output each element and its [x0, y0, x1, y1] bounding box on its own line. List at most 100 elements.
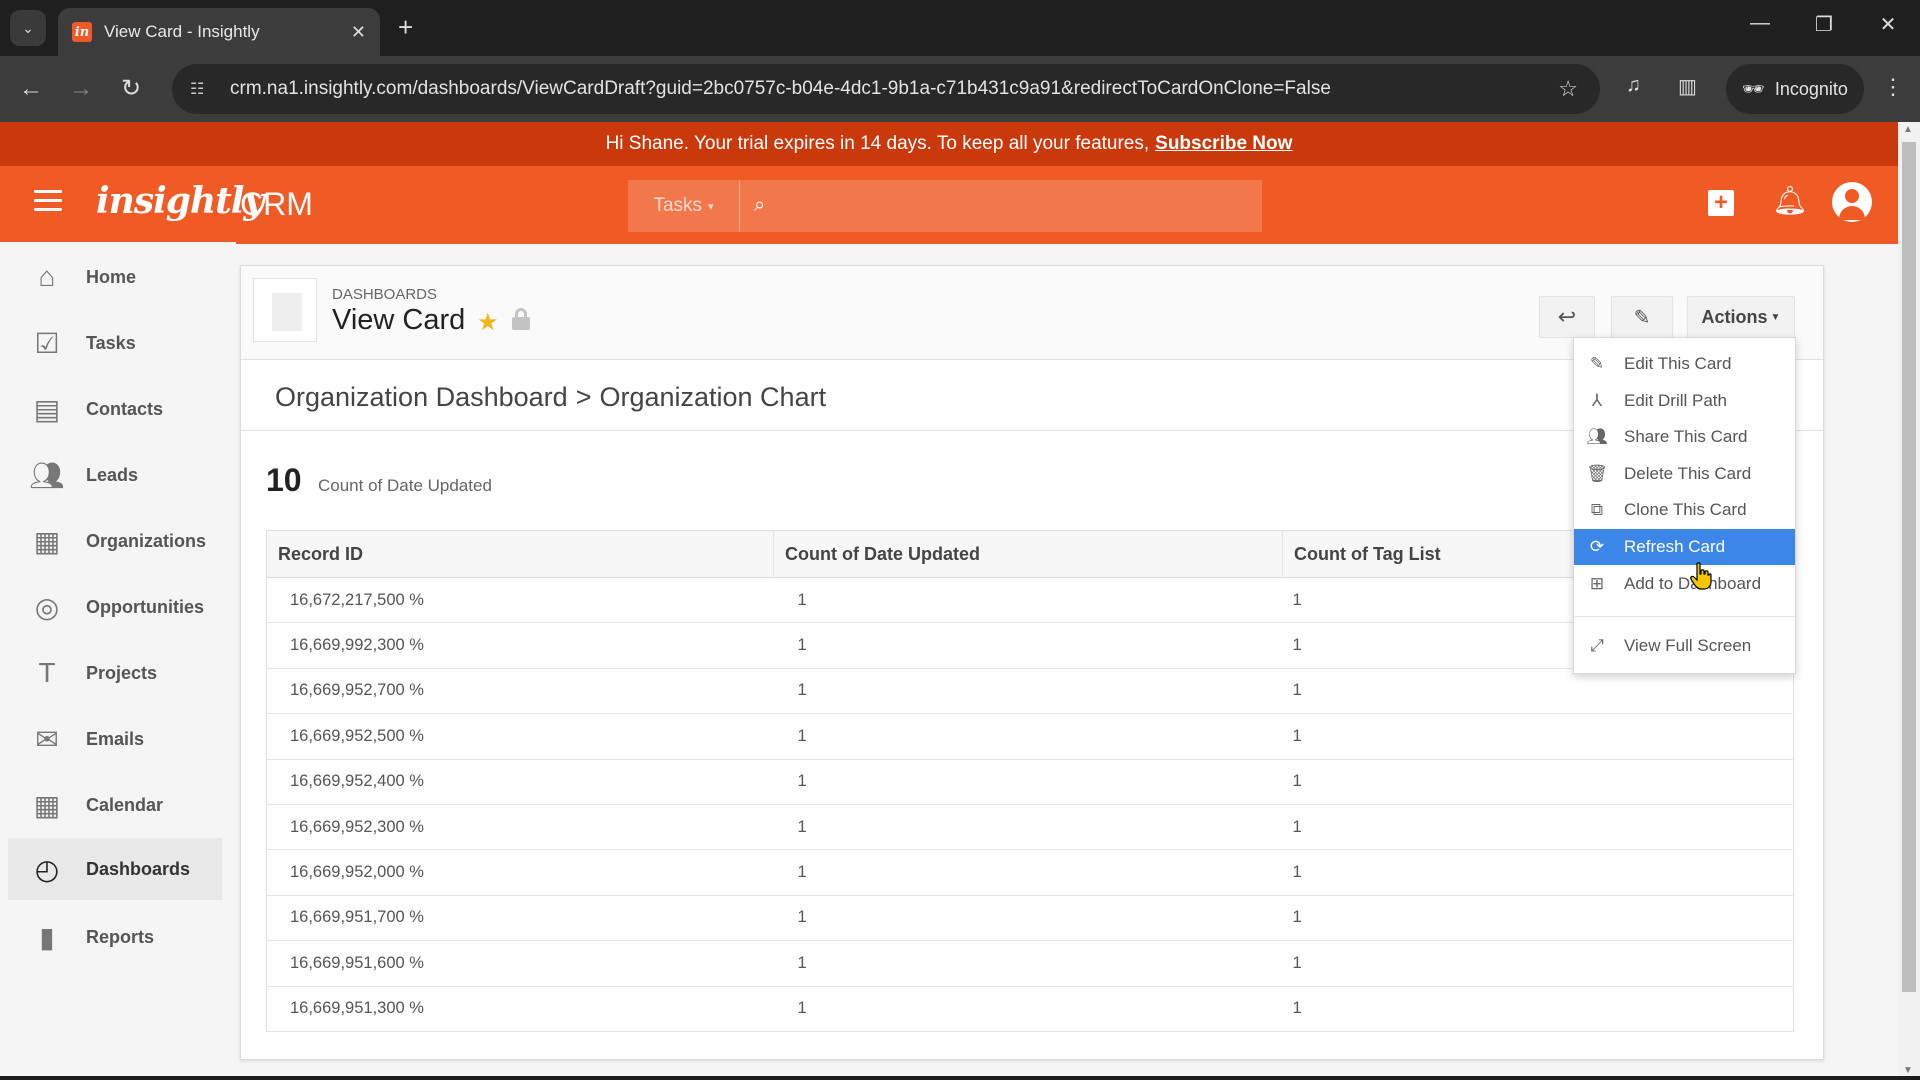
menu-item-edit-this-card[interactable]: ✎ Edit This Card — [1574, 346, 1795, 382]
menu-item-add-to-dashboard[interactable]: ⊞ Add to Dashboard — [1574, 566, 1795, 602]
close-icon[interactable]: ✕ — [351, 22, 366, 43]
notifications-bell-icon[interactable]: 🔔︎ — [1772, 184, 1808, 217]
cell-record-id[interactable]: 16,669,952,500 % — [266, 713, 774, 760]
section-label: DASHBOARDS — [332, 286, 438, 303]
column-header-count-date-updated[interactable]: Count of Date Updated — [773, 530, 1283, 578]
cell-record-id[interactable]: 16,669,952,700 % — [266, 668, 774, 715]
menu-item-view-full-screen[interactable]: ⤢ View Full Screen — [1574, 628, 1795, 664]
menu-item-refresh-card[interactable]: ⟳ Refresh Card — [1574, 529, 1795, 565]
sidebar-item-projects[interactable]: T Projects — [8, 642, 222, 704]
clone-icon: ⧉ — [1590, 500, 1604, 519]
page-scrollbar[interactable]: ▲ ▼ — [1898, 122, 1920, 1080]
table-row[interactable]: 16,669,952,500 % 1 1 — [266, 713, 1794, 760]
breadcrumb-dashboard[interactable]: Organization Dashboard — [275, 382, 568, 412]
metric-value: 10 — [266, 462, 302, 498]
url-text[interactable]: crm.na1.insightly.com/dashboards/ViewCar… — [230, 78, 1331, 100]
star-outline-icon[interactable]: ☆ — [1558, 76, 1578, 102]
add-square-icon: ⊞ — [1589, 574, 1605, 593]
search-input[interactable] — [779, 180, 1262, 232]
quick-add-button[interactable]: + — [1708, 190, 1734, 216]
cell-record-id[interactable]: 16,669,951,300 % — [266, 986, 774, 1032]
column-header-record-id[interactable]: Record ID — [266, 530, 774, 578]
address-bar[interactable]: ☷ crm.na1.insightly.com/dashboards/ViewC… — [172, 64, 1600, 114]
cell-count-tag-list: 1 — [1282, 849, 1794, 896]
search-scope-dropdown[interactable]: Tasks ▾ — [628, 180, 740, 232]
sidebar-item-home[interactable]: ⌂ Home — [8, 246, 222, 308]
drill-path-icon: ⅄ — [1591, 391, 1603, 410]
reload-button[interactable]: ↻ — [114, 72, 148, 106]
global-search: Tasks ▾ ⌕ — [628, 180, 1262, 232]
side-panel-icon[interactable]: ▥ — [1678, 74, 1697, 99]
trash-icon: 🗑︎ — [1586, 464, 1608, 483]
sidebar-item-label: Organizations — [86, 530, 207, 551]
table-row[interactable]: 16,672,217,500 % 1 1 — [266, 577, 1794, 624]
actions-dropdown-button[interactable]: Actions ▼ — [1687, 296, 1795, 338]
cell-record-id[interactable]: 16,669,992,300 % — [266, 622, 774, 669]
cell-record-id[interactable]: 16,669,951,600 % — [266, 940, 774, 987]
trial-banner: Hi Shane. Your trial expires in 14 days.… — [0, 122, 1898, 166]
sidebar-item-organizations[interactable]: ▦ Organizations — [8, 510, 222, 572]
table-row[interactable]: 16,669,952,700 % 1 1 — [266, 668, 1794, 715]
sidebar-item-contacts[interactable]: ▤ Contacts — [8, 378, 222, 440]
restore-button[interactable]: ❐ — [1804, 12, 1844, 37]
hamburger-menu-icon[interactable] — [34, 190, 62, 212]
table-row[interactable]: 16,669,951,300 % 1 1 — [266, 986, 1794, 1032]
subscribe-now-link[interactable]: Subscribe Now — [1155, 133, 1292, 155]
table-row[interactable]: 16,669,952,300 % 1 1 — [266, 804, 1794, 851]
return-arrow-icon: ↩ — [1557, 304, 1577, 329]
new-tab-button[interactable]: + — [398, 12, 413, 43]
site-info-icon[interactable]: ☷ — [190, 79, 218, 99]
scrollbar-thumb[interactable] — [1902, 142, 1916, 992]
table-row[interactable]: 16,669,951,700 % 1 1 — [266, 895, 1794, 942]
cell-record-id[interactable]: 16,672,217,500 % — [266, 577, 774, 624]
cell-record-id[interactable]: 16,669,952,300 % — [266, 804, 774, 851]
media-control-icon[interactable]: ♫ — [1626, 74, 1641, 97]
user-avatar[interactable] — [1832, 182, 1872, 222]
minimize-button[interactable]: — — [1740, 12, 1780, 35]
bar-chart-icon: ▮ — [39, 921, 55, 953]
table-row[interactable]: 16,669,952,000 % 1 1 — [266, 849, 1794, 896]
cell-record-id[interactable]: 16,669,952,000 % — [266, 849, 774, 896]
menu-item-label: Edit This Card — [1624, 354, 1732, 373]
forward-button[interactable]: → — [64, 72, 98, 106]
incognito-indicator[interactable]: 🕶 Incognito — [1726, 64, 1864, 114]
incognito-icon: 🕶 — [1742, 78, 1765, 99]
table-row[interactable]: 16,669,952,400 % 1 1 — [266, 759, 1794, 805]
sidebar-item-dashboards[interactable]: ◴ Dashboards — [8, 838, 222, 900]
menu-item-share-this-card[interactable]: 👥︎ Share This Card — [1574, 419, 1795, 455]
close-window-button[interactable]: ✕ — [1868, 12, 1908, 37]
pencil-icon: ✎ — [1633, 306, 1651, 329]
cell-count-tag-list: 1 — [1282, 713, 1794, 760]
cell-record-id[interactable]: 16,669,952,400 % — [266, 759, 774, 805]
back-button[interactable]: ← — [14, 72, 48, 106]
sidebar-item-tasks[interactable]: ☑ Tasks — [8, 312, 222, 374]
table-row[interactable]: 16,669,951,600 % 1 1 — [266, 940, 1794, 987]
scroll-down-arrow-icon[interactable]: ▼ — [1903, 1065, 1913, 1076]
tab-list-button[interactable]: ⌄ — [10, 10, 46, 46]
edit-button[interactable]: ✎ — [1611, 296, 1673, 338]
back-button[interactable]: ↩ — [1539, 296, 1595, 338]
arrow-right-icon: → — [69, 75, 93, 102]
menu-item-clone-this-card[interactable]: ⧉ Clone This Card — [1574, 492, 1795, 528]
building-icon: ▦ — [33, 525, 61, 557]
sidebar-item-calendar[interactable]: ▦ Calendar — [8, 774, 222, 836]
favorite-star-icon[interactable]: ★ — [477, 308, 499, 337]
browser-tab-active[interactable]: in View Card - Insightly ✕ — [58, 8, 380, 56]
cell-count-tag-list: 1 — [1282, 668, 1794, 715]
lock-icon[interactable] — [512, 308, 530, 330]
sidebar-item-opportunities[interactable]: ◎ Opportunities — [8, 576, 222, 638]
sidebar-item-label: Dashboards — [86, 858, 191, 879]
menu-item-edit-drill-path[interactable]: ⅄ Edit Drill Path — [1574, 383, 1795, 419]
sidebar-item-emails[interactable]: ✉ Emails — [8, 708, 222, 770]
sidebar-item-reports[interactable]: ▮ Reports — [8, 906, 222, 968]
hand-pointer-cursor-icon — [1690, 562, 1712, 590]
page-title: View Card — [332, 304, 466, 336]
insightly-logo[interactable]: insightly — [96, 180, 264, 222]
cell-record-id[interactable]: 16,669,951,700 % — [266, 895, 774, 942]
menu-item-delete-this-card[interactable]: 🗑︎ Delete This Card — [1574, 456, 1795, 492]
kebab-menu-icon[interactable]: ⋮ — [1882, 74, 1904, 100]
sidebar-item-leads[interactable]: 👥︎ Leads — [8, 444, 222, 506]
sidebar-item-label: Opportunities — [86, 596, 204, 617]
scroll-up-arrow-icon[interactable]: ▲ — [1903, 124, 1913, 135]
table-row[interactable]: 16,669,992,300 % 1 1 — [266, 622, 1794, 669]
